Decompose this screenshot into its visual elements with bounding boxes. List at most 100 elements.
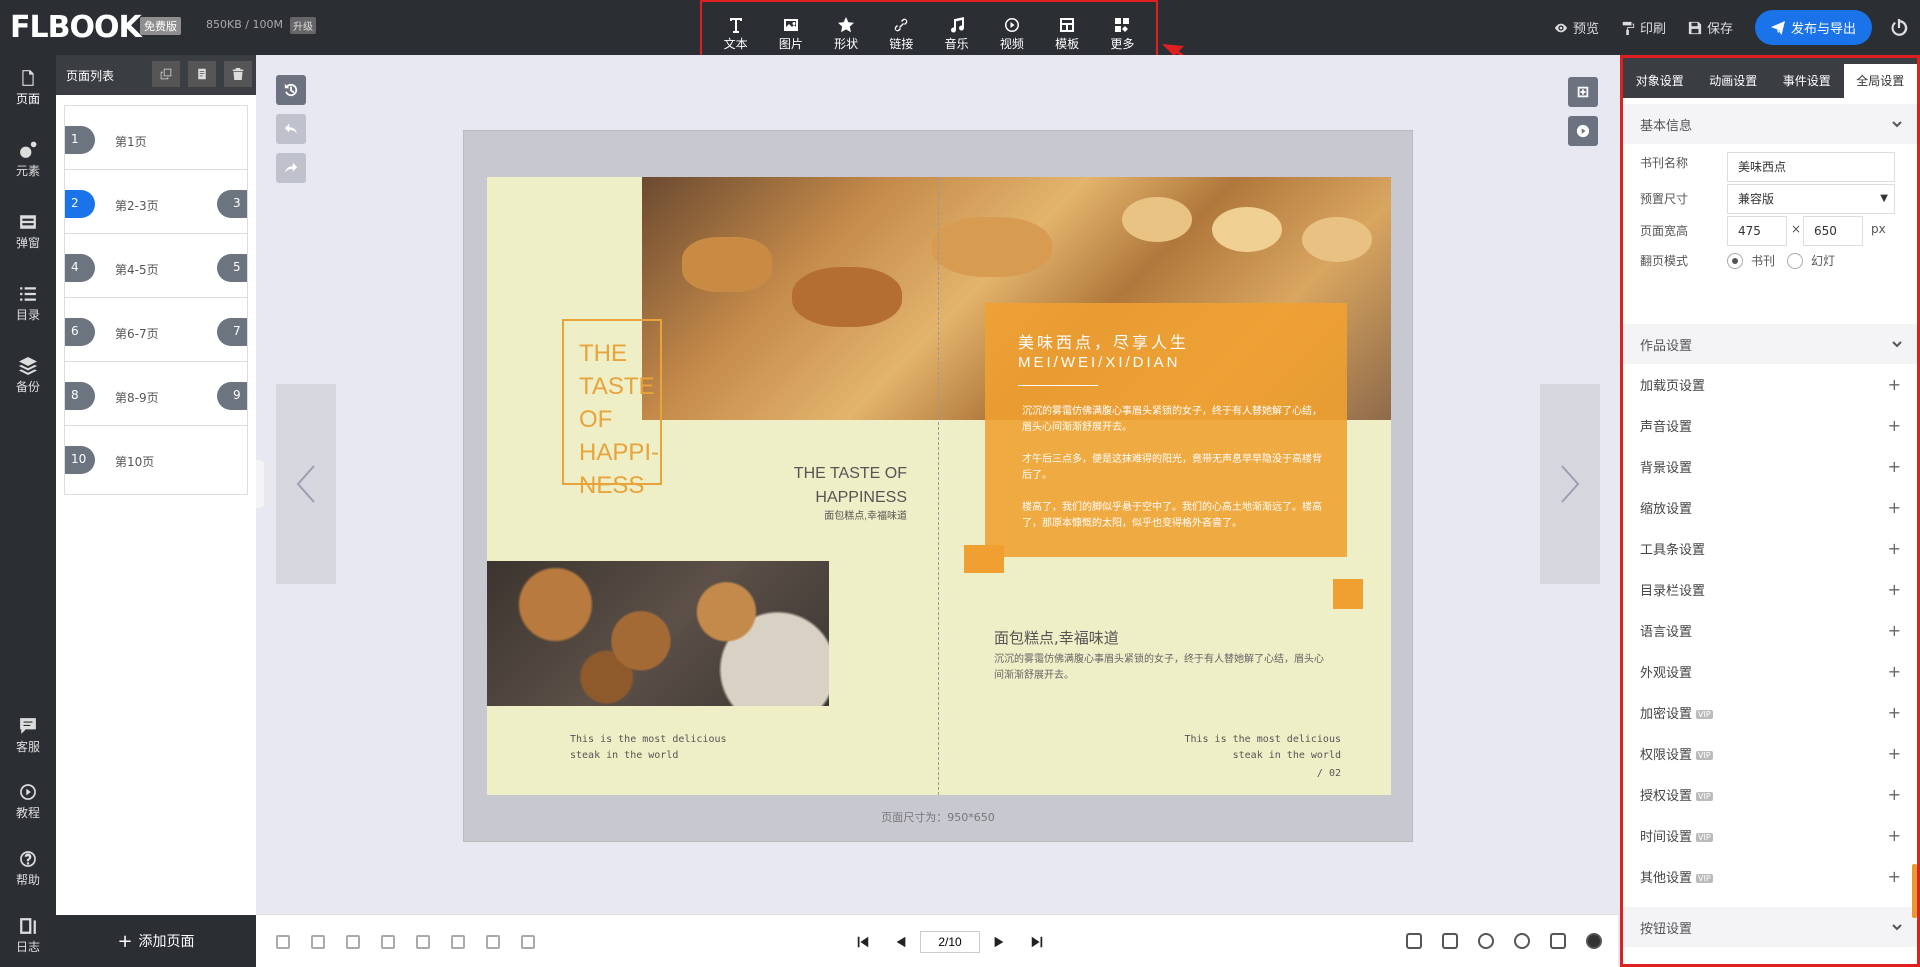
theme-icon[interactable] [1586, 933, 1602, 949]
section-work-settings[interactable]: 作品设置 [1623, 324, 1917, 364]
setting-appearance[interactable]: 外观设置 + [1623, 651, 1917, 692]
tab-animation-settings[interactable]: 动画设置 [1697, 64, 1771, 98]
nav-help[interactable]: 帮助 [0, 850, 56, 888]
orange-square-small-left[interactable] [964, 545, 1004, 573]
save-button[interactable]: 保存 [1688, 18, 1733, 37]
tool-more-button[interactable]: 更多 [1097, 17, 1147, 52]
distribute-v-icon[interactable] [521, 935, 535, 949]
preset-size-select[interactable]: 兼容版 ▼ [1727, 184, 1895, 214]
setting-loading-page[interactable]: 加载页设置 + [1623, 364, 1917, 405]
nav-popup[interactable]: 弹窗 [0, 213, 56, 251]
undo-button[interactable] [276, 114, 306, 144]
setting-authorization[interactable]: 授权设置 VIP + [1623, 774, 1917, 815]
setting-toc-bar[interactable]: 目录栏设置 + [1623, 569, 1917, 610]
page-thumb-1[interactable]: 1 第1页 [64, 105, 248, 175]
prev-page-arrow[interactable] [276, 384, 336, 584]
book-name-field[interactable]: 美味西点 [1727, 152, 1895, 182]
align-bottom-icon[interactable] [381, 935, 395, 949]
right-title-en[interactable]: MEI/WEI/XI/DIAN [1018, 354, 1181, 371]
tool-video-button[interactable]: 视频 [987, 17, 1037, 52]
right-paragraphs[interactable]: 沉沉的雾霭仿佛满腹心事眉头紧锁的女子，终于有人替她解了心结，眉头心间渐渐舒展开去… [1022, 404, 1322, 532]
delete-page-button[interactable] [224, 61, 252, 87]
nav-backup[interactable]: 备份 [0, 357, 56, 395]
nav-service[interactable]: 客服 [0, 717, 56, 755]
flip-mode-slide-radio[interactable]: 幻灯 [1787, 252, 1835, 269]
panel-collapse-handle[interactable] [256, 460, 264, 508]
setting-language[interactable]: 语言设置 + [1623, 610, 1917, 651]
right-title-cn[interactable]: 美味西点，尽享人生 [1018, 329, 1189, 353]
add-page-button[interactable]: + 添加页面 [56, 915, 256, 967]
setting-sound[interactable]: 声音设置 + [1623, 405, 1917, 446]
tool-shape-button[interactable]: 形状 [821, 16, 871, 52]
left-title[interactable]: THE TASTE OF HAPPI- NESS [579, 337, 659, 502]
page-view-icon[interactable] [1406, 933, 1422, 949]
align-left-icon[interactable] [276, 935, 290, 949]
zoom-out-icon[interactable] [1514, 933, 1530, 949]
page-thumb-8-9[interactable]: 8 第8-9页 9 [64, 361, 248, 431]
tab-event-settings[interactable]: 事件设置 [1770, 64, 1844, 98]
setting-time[interactable]: 时间设置 VIP + [1623, 815, 1917, 856]
left-subtitle[interactable]: THE TASTE OF HAPPINESS 面包糕点,幸福味道 [717, 462, 907, 524]
right-sub-body[interactable]: 沉沉的雾霭仿佛满腹心事眉头紧锁的女子，终于有人替她解了心结，眉头心间渐渐舒展开去… [994, 652, 1324, 684]
distribute-h-icon[interactable] [486, 935, 500, 949]
tab-global-settings[interactable]: 全局设置 [1843, 64, 1917, 98]
page-thumb-10[interactable]: 10 第10页 [64, 425, 248, 495]
redo-button[interactable] [276, 153, 306, 183]
history-button[interactable] [276, 75, 306, 105]
tool-music-button[interactable]: 音乐 [932, 16, 982, 52]
tool-template-button[interactable]: 模板 [1042, 17, 1092, 52]
page-thumb-2-3[interactable]: 2 第2-3页 3 [64, 169, 248, 239]
duplicate-page-button[interactable] [188, 61, 216, 87]
page-thumb-4-5[interactable]: 4 第4-5页 5 [64, 233, 248, 303]
next-page-icon[interactable] [992, 935, 1006, 949]
nav-tutorial[interactable]: 教程 [0, 783, 56, 821]
ruler-icon[interactable] [1550, 933, 1566, 949]
next-page-arrow[interactable] [1540, 384, 1600, 584]
align-center-h-icon[interactable] [416, 935, 430, 949]
nav-toc[interactable]: 目录 [0, 285, 56, 323]
tab-object-settings[interactable]: 对象设置 [1623, 64, 1697, 98]
prev-page-icon[interactable] [894, 935, 908, 949]
bread-photo[interactable] [487, 561, 829, 706]
nav-elements[interactable]: 元素 [0, 141, 56, 179]
orange-square-small-right[interactable] [1333, 579, 1363, 609]
right-caption[interactable]: This is the most delicious steak in the … [1127, 732, 1341, 782]
setting-permission[interactable]: 权限设置 VIP + [1623, 733, 1917, 774]
flip-mode-book-radio[interactable]: 书刊 [1727, 252, 1775, 269]
publish-export-button[interactable]: 发布与导出 [1754, 10, 1872, 45]
panel-scrollbar[interactable] [1912, 864, 1917, 918]
page-input[interactable] [920, 931, 980, 953]
align-center-v-icon[interactable] [451, 935, 465, 949]
nav-log[interactable]: 日志 [0, 917, 56, 955]
tool-image-button[interactable]: 图片 [766, 17, 816, 52]
page-thumb-6-7[interactable]: 6 第6-7页 7 [64, 297, 248, 367]
power-icon[interactable] [1890, 18, 1908, 37]
setting-toolbar[interactable]: 工具条设置 + [1623, 528, 1917, 569]
setting-zoom[interactable]: 缩放设置 + [1623, 487, 1917, 528]
page-width-field[interactable]: 475 [1727, 216, 1787, 246]
section-button-settings[interactable]: 按钮设置 [1623, 907, 1917, 947]
upgrade-link[interactable]: 升级 [290, 17, 316, 34]
nav-pages[interactable]: 页面 [0, 69, 56, 107]
play-preview-button[interactable] [1568, 116, 1598, 146]
last-page-icon[interactable] [1030, 935, 1044, 949]
book-spread[interactable]: THE TASTE OF HAPPI- NESS THE TASTE OF HA… [487, 177, 1391, 795]
section-basic-info[interactable]: 基本信息 [1623, 104, 1917, 144]
left-caption[interactable]: This is the most delicious steak in the … [570, 732, 727, 764]
preview-button[interactable]: 预览 [1554, 18, 1599, 37]
page-settings-button[interactable] [1568, 77, 1598, 107]
fit-view-icon[interactable] [1442, 933, 1458, 949]
tool-text-button[interactable]: 文本 [711, 17, 761, 52]
tool-link-button[interactable]: 链接 [876, 17, 926, 52]
right-sub-title[interactable]: 面包糕点,幸福味道 [994, 627, 1119, 648]
setting-background[interactable]: 背景设置 + [1623, 446, 1917, 487]
setting-encryption[interactable]: 加密设置 VIP + [1623, 692, 1917, 733]
align-top-icon[interactable] [346, 935, 360, 949]
setting-other[interactable]: 其他设置 VIP + [1623, 856, 1917, 897]
align-right-icon[interactable] [311, 935, 325, 949]
zoom-in-icon[interactable] [1478, 933, 1494, 949]
first-page-icon[interactable] [856, 935, 870, 949]
copy-page-button[interactable] [152, 61, 180, 87]
page-height-field[interactable]: 650 [1803, 216, 1863, 246]
print-button[interactable]: 印刷 [1621, 18, 1666, 37]
